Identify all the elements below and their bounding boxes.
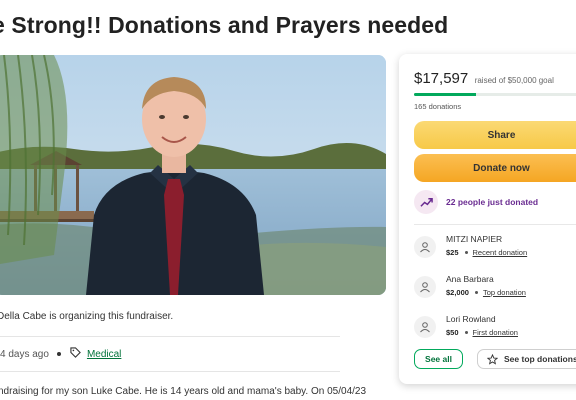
donor-item: MITZI NAPIER $25 Recent donation — [414, 234, 527, 258]
trending-up-icon — [414, 190, 438, 214]
progress-fill — [414, 93, 476, 96]
star-icon — [487, 353, 498, 365]
donation-card: $17,597 raised of $50,000 goal 165 donat… — [399, 54, 576, 384]
donation-count: 165 donations — [414, 102, 462, 111]
divider — [0, 336, 340, 337]
campaign-meta: 4 days ago Medical — [0, 347, 121, 361]
donor-item: Ana Barbara $2,000 Top donation — [414, 274, 526, 298]
donor-amount: $25 — [446, 248, 459, 257]
campaign-photo — [0, 55, 386, 295]
recent-activity: 22 people just donated — [414, 190, 538, 214]
donate-now-button[interactable]: Donate now — [414, 154, 576, 182]
donor-amount: $50 — [446, 328, 459, 337]
divider — [414, 224, 576, 225]
separator-dot — [56, 352, 61, 356]
story-text: ndraising for my son Luke Cabe. He is 14… — [0, 386, 367, 397]
created-date: 4 days ago — [0, 348, 49, 360]
donor-name: MITZI NAPIER — [446, 234, 503, 244]
recent-activity-text: 22 people just donated — [446, 197, 539, 207]
donation-type-link[interactable]: First donation — [473, 328, 518, 337]
separator-dot — [474, 291, 478, 295]
donor-avatar-icon — [414, 236, 436, 258]
page-title: e Strong!! Donations and Prayers needed — [0, 12, 449, 38]
share-button[interactable]: Share — [414, 121, 576, 149]
see-top-donations-label: See top donations — [504, 354, 576, 364]
raised-summary: $17,597 raised of $50,000 goal — [414, 70, 554, 88]
donor-name: Ana Barbara — [446, 274, 494, 284]
donor-avatar-icon — [414, 316, 436, 338]
donor-amount: $2,000 — [446, 288, 469, 297]
divider — [0, 371, 340, 372]
see-top-donations-button[interactable]: See top donations — [477, 349, 576, 369]
separator-dot — [464, 251, 468, 255]
separator-dot — [464, 331, 468, 335]
organizer-text: Della Cabe is organizing this fundraiser… — [0, 311, 174, 322]
donor-name: Lori Rowland — [446, 314, 496, 324]
donation-type-link[interactable]: Top donation — [483, 288, 526, 297]
donation-type-link[interactable]: Recent donation — [473, 248, 528, 257]
see-all-button[interactable]: See all — [414, 349, 463, 369]
raised-amount: $17,597 — [414, 70, 469, 87]
donor-avatar-icon — [414, 276, 436, 298]
category-link[interactable]: Medical — [87, 349, 121, 360]
progress-bar — [414, 93, 576, 96]
goal-text: raised of $50,000 goal — [474, 76, 554, 85]
tag-icon — [70, 347, 81, 361]
donor-item: Lori Rowland $50 First donation — [414, 314, 518, 338]
